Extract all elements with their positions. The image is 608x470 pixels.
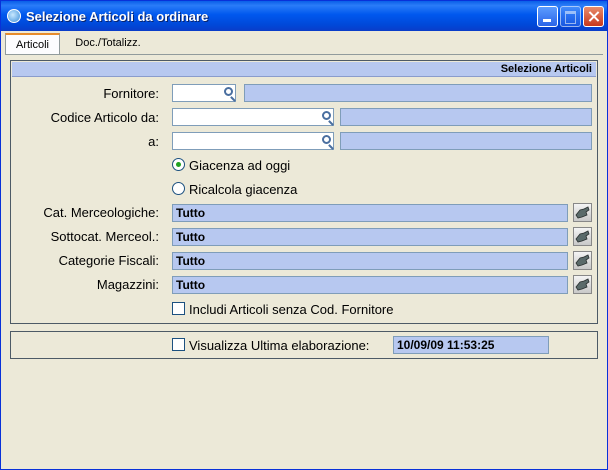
sottocat-merceol-picker-button[interactable] [573, 227, 592, 246]
minimize-button[interactable] [537, 6, 558, 27]
section-header: Selezione Articoli [12, 62, 596, 77]
categorie-fiscali-value: Tutto [172, 252, 568, 270]
radio-giacenza-oggi-label[interactable]: Giacenza ad oggi [189, 158, 290, 173]
last-run-timestamp: 10/09/09 11:53:25 [393, 336, 549, 354]
cat-merceologiche-value: Tutto [172, 204, 568, 222]
search-icon[interactable] [224, 87, 233, 96]
search-icon[interactable] [322, 111, 331, 120]
hand-pointer-icon [575, 254, 590, 267]
radio-ricalcola-giacenza[interactable] [172, 182, 185, 195]
fornitore-label: Fornitore: [103, 86, 159, 101]
maximize-button[interactable] [560, 6, 581, 27]
cat-merceologiche-label: Cat. Merceologiche: [43, 205, 159, 220]
hand-pointer-icon [575, 230, 590, 243]
visualizza-checkbox[interactable] [172, 338, 185, 351]
tab-articoli[interactable]: Articoli [5, 33, 60, 55]
fornitore-description [244, 84, 592, 102]
magazzini-picker-button[interactable] [573, 275, 592, 294]
codice-da-input[interactable] [172, 108, 334, 126]
includi-senza-cod-checkbox[interactable] [172, 302, 185, 315]
app-icon [7, 9, 21, 23]
codice-da-label: Codice Articolo da: [50, 110, 159, 125]
radio-ricalcola-giacenza-label[interactable]: Ricalcola giacenza [189, 182, 297, 197]
categorie-fiscali-label: Categorie Fiscali: [58, 253, 159, 268]
sottocat-merceol-value: Tutto [172, 228, 568, 246]
main-window: Selezione Articoli da ordinare Articoli … [0, 0, 608, 470]
fornitore-input[interactable] [172, 84, 236, 102]
hand-pointer-icon [575, 278, 590, 291]
codice-a-input[interactable] [172, 132, 334, 150]
codice-da-description [340, 108, 592, 126]
search-icon[interactable] [322, 135, 331, 144]
visualizza-label[interactable]: Visualizza Ultima elaborazione: [189, 338, 369, 353]
window-title: Selezione Articoli da ordinare [26, 9, 209, 24]
categorie-fiscali-picker-button[interactable] [573, 251, 592, 270]
tab-divider [5, 54, 603, 55]
sottocat-merceol-label: Sottocat. Merceol.: [50, 229, 159, 244]
close-button[interactable] [583, 6, 604, 27]
cat-merceologiche-picker-button[interactable] [573, 203, 592, 222]
magazzini-value: Tutto [172, 276, 568, 294]
includi-senza-cod-label[interactable]: Includi Articoli senza Cod. Fornitore [189, 302, 393, 317]
radio-giacenza-oggi[interactable] [172, 158, 185, 171]
hand-pointer-icon [575, 206, 590, 219]
title-bar[interactable]: Selezione Articoli da ordinare [1, 1, 607, 31]
magazzini-label: Magazzini: [96, 277, 159, 292]
codice-a-description [340, 132, 592, 150]
codice-a-label: a: [148, 134, 159, 149]
tab-doc-totalizz[interactable]: Doc./Totalizz. [61, 33, 155, 55]
